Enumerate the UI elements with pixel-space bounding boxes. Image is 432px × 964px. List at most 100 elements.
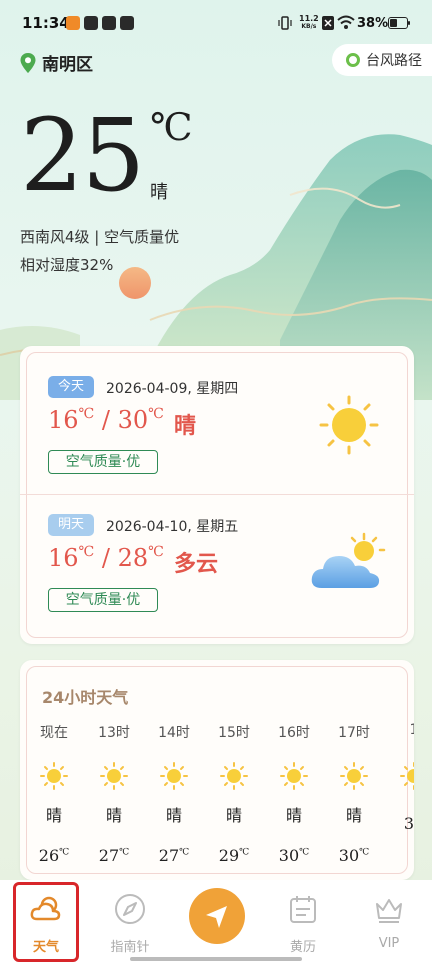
tomorrow-temperature-range: 16℃ / 28℃ bbox=[48, 544, 164, 572]
hourly-forecast-card: 24小时天气 现在晴 26℃ 13时晴 27℃ 14时晴 27℃ 15时晴 29℃ 16时晴 30… bbox=[20, 660, 414, 880]
hour-label: 17时 bbox=[338, 725, 370, 741]
tomorrow-condition: 多云 bbox=[174, 552, 219, 577]
nav-almanac[interactable]: 黄历 bbox=[268, 892, 338, 955]
locate-button[interactable] bbox=[189, 888, 245, 944]
hour-temp-value: 27 bbox=[158, 846, 180, 865]
nav-vip-label: VIP bbox=[378, 936, 400, 951]
compass-icon bbox=[115, 894, 145, 924]
unit: ℃ bbox=[148, 406, 164, 422]
sun-icon bbox=[340, 762, 368, 790]
hour-item: 现在晴 26℃ bbox=[34, 722, 74, 865]
link-notification-icon bbox=[84, 16, 98, 30]
temperature-unit: ℃ bbox=[150, 105, 193, 149]
nav-compass[interactable]: 指南针 bbox=[95, 892, 165, 955]
sun-icon bbox=[40, 762, 68, 790]
home-indicator bbox=[130, 957, 302, 961]
nav-compass-label: 指南针 bbox=[110, 940, 150, 955]
sun-icon bbox=[319, 395, 379, 455]
clock: 11:34 bbox=[22, 14, 70, 32]
sun-icon bbox=[400, 762, 414, 790]
humidity: 相对湿度32% bbox=[20, 256, 114, 274]
no-signal-icon bbox=[322, 16, 334, 30]
hour-label: 16时 bbox=[278, 725, 310, 741]
typhoon-icon bbox=[346, 53, 360, 67]
today-forecast[interactable]: 今天 2026-04-09, 星期四 16℃ / 30℃ 晴 空气质量·优 bbox=[20, 346, 414, 486]
separator: / bbox=[94, 544, 118, 572]
hour-temperature: 27℃ bbox=[154, 846, 194, 865]
hour-condition: 晴 bbox=[225, 806, 242, 825]
hour-condition: 晴 bbox=[105, 806, 122, 825]
hour-condition: 晴 bbox=[165, 806, 182, 825]
hour-label: 1 bbox=[409, 722, 414, 738]
hour-condition: 晴 bbox=[45, 806, 62, 825]
typhoon-path-button[interactable]: 台风路径 bbox=[332, 44, 432, 76]
today-tag: 今天 bbox=[48, 376, 94, 398]
unit: ℃ bbox=[78, 544, 95, 560]
network-speed: 11.2 KB/s bbox=[299, 15, 319, 31]
hour-label: 14时 bbox=[158, 725, 190, 741]
hour-label: 现在 bbox=[40, 725, 68, 741]
net-speed-unit: KB/s bbox=[301, 23, 317, 30]
hour-temp-unit: ℃ bbox=[179, 847, 190, 858]
separator: / bbox=[94, 406, 118, 434]
net-speed-value: 11.2 bbox=[299, 14, 319, 23]
sun-icon bbox=[220, 762, 248, 790]
hour-label: 13时 bbox=[98, 725, 130, 741]
hour-temp-value: 26 bbox=[38, 846, 60, 865]
location-name: 南明区 bbox=[42, 55, 93, 75]
hour-item: 16时晴 30℃ bbox=[274, 722, 314, 865]
unit: ℃ bbox=[78, 406, 95, 422]
hour-temp-value: 27 bbox=[98, 846, 120, 865]
status-bar: 11:34 11.2 KB/s 38% bbox=[0, 0, 432, 40]
crown-icon bbox=[376, 899, 402, 923]
hour-item: 13时晴 27℃ bbox=[94, 722, 134, 865]
hour-temp-value: 30 bbox=[278, 846, 300, 865]
hour-temperature: 27℃ bbox=[94, 846, 134, 865]
today-low: 16 bbox=[48, 406, 79, 434]
hour-temp-unit: ℃ bbox=[119, 847, 130, 858]
hour-condition: 晴 bbox=[285, 806, 302, 825]
tomorrow-low: 16 bbox=[48, 544, 79, 572]
sun-icon bbox=[100, 762, 128, 790]
unit: ℃ bbox=[148, 544, 164, 560]
hour-item: 17时晴 30℃ bbox=[334, 722, 374, 865]
play-notification-icon bbox=[120, 16, 134, 30]
daily-forecast-card: 今天 2026-04-09, 星期四 16℃ / 30℃ 晴 空气质量·优 明天… bbox=[20, 346, 414, 644]
hour-temp-unit: ℃ bbox=[299, 847, 310, 858]
location-pin-icon bbox=[20, 52, 36, 73]
tomorrow-forecast[interactable]: 明天 2026-04-10, 星期五 16℃ / 28℃ 多云 空气质量·优 bbox=[20, 484, 414, 624]
calendar-icon bbox=[290, 896, 316, 923]
hourly-title: 24小时天气 bbox=[42, 688, 129, 707]
hour-temperature: 29℃ bbox=[214, 846, 254, 865]
hour-condition: 晴 bbox=[345, 806, 362, 825]
app-notification-icon bbox=[66, 16, 80, 30]
wind-air-quality: 西南风4级 | 空气质量优 bbox=[20, 228, 180, 246]
nav-almanac-label: 黄历 bbox=[289, 940, 316, 955]
tomorrow-tag: 明天 bbox=[48, 514, 94, 536]
hour-temperature: 3℃ bbox=[394, 814, 414, 833]
hour-item: 1 3℃ bbox=[394, 722, 414, 833]
tomorrow-high: 28 bbox=[117, 544, 149, 572]
wifi-icon bbox=[337, 15, 355, 29]
partly-cloudy-icon bbox=[311, 532, 386, 588]
today-temperature-range: 16℃ / 30℃ bbox=[48, 406, 164, 434]
tomorrow-air-quality-badge: 空气质量·优 bbox=[48, 588, 158, 612]
sun-icon bbox=[280, 762, 308, 790]
hour-temperature: 30℃ bbox=[274, 846, 314, 865]
battery-icon bbox=[388, 17, 410, 29]
bottom-nav: 天气 指南针 黄历 VIP bbox=[0, 880, 432, 964]
navigation-arrow-icon bbox=[206, 906, 227, 928]
hour-temp-value: 30 bbox=[338, 846, 360, 865]
hour-temp-value: 3 bbox=[403, 814, 414, 833]
location[interactable]: 南明区 bbox=[20, 50, 93, 75]
nav-vip[interactable]: VIP bbox=[354, 892, 424, 951]
today-condition: 晴 bbox=[174, 414, 197, 439]
hour-label: 15时 bbox=[218, 725, 250, 741]
today-date: 2026-04-09, 星期四 bbox=[106, 381, 239, 397]
hour-temperature: 26℃ bbox=[34, 846, 74, 865]
hour-temp-unit: ℃ bbox=[239, 847, 250, 858]
hour-item: 14时晴 27℃ bbox=[154, 722, 194, 865]
tomorrow-date: 2026-04-10, 星期五 bbox=[106, 519, 239, 535]
current-condition: 晴 bbox=[150, 182, 168, 203]
hour-temperature: 30℃ bbox=[334, 846, 374, 865]
